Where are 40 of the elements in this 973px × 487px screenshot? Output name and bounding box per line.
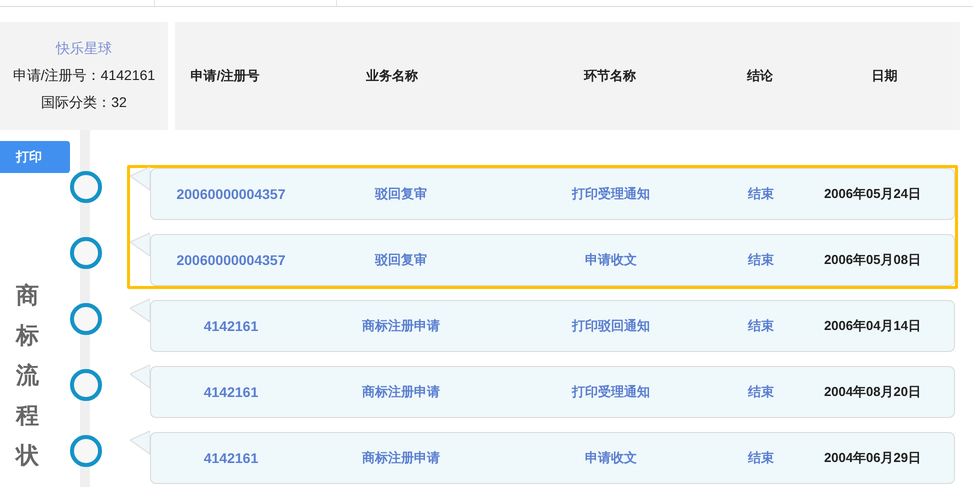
step-name: 申请收文 (585, 251, 637, 270)
business-name: 驳回复审 (375, 185, 427, 204)
timeline-node-icon (70, 237, 102, 269)
trademark-name: 快乐星球 (56, 39, 112, 58)
business-name: 商标注册申请 (362, 383, 440, 402)
step-name: 申请收文 (585, 449, 637, 468)
date: 2006年05月24日 (824, 185, 921, 204)
application-number: 20060000004357 (176, 250, 286, 270)
application-number: 4142161 (204, 382, 258, 402)
timeline-node-icon (70, 369, 102, 401)
step-name: 打印受理通知 (572, 383, 650, 402)
application-number: 20060000004357 (176, 184, 286, 204)
vertical-title: 商标流程状 (16, 281, 39, 470)
column-header: 申请/注册号 (190, 67, 260, 86)
column-header: 日期 (872, 67, 898, 86)
date: 2006年05月08日 (824, 251, 921, 270)
step-name: 打印受理通知 (572, 185, 650, 204)
step-name: 打印驳回通知 (572, 317, 650, 336)
application-number: 4142161 (204, 316, 258, 336)
business-name: 商标注册申请 (362, 449, 440, 468)
business-name: 商标注册申请 (362, 317, 440, 336)
date: 2004年06月29日 (824, 449, 921, 468)
conclusion: 结束 (748, 185, 774, 204)
print-button[interactable]: 打印 (0, 141, 70, 173)
conclusion: 结束 (748, 317, 774, 336)
timeline-node-icon (70, 435, 102, 467)
timeline-node-icon (70, 303, 102, 335)
column-header: 结论 (747, 67, 773, 86)
international-class: 国际分类：32 (41, 93, 127, 112)
column-header: 环节名称 (584, 67, 636, 86)
business-name: 驳回复审 (375, 251, 427, 270)
date: 2006年04月14日 (824, 317, 921, 336)
registration-number: 申请/注册号：4142161 (12, 66, 156, 86)
conclusion: 结束 (748, 251, 774, 270)
column-header: 业务名称 (366, 67, 418, 86)
application-number: 4142161 (204, 448, 258, 468)
conclusion: 结束 (748, 449, 774, 468)
date: 2004年08月20日 (824, 383, 921, 402)
timeline-node-icon (70, 171, 102, 203)
conclusion: 结束 (748, 383, 774, 402)
